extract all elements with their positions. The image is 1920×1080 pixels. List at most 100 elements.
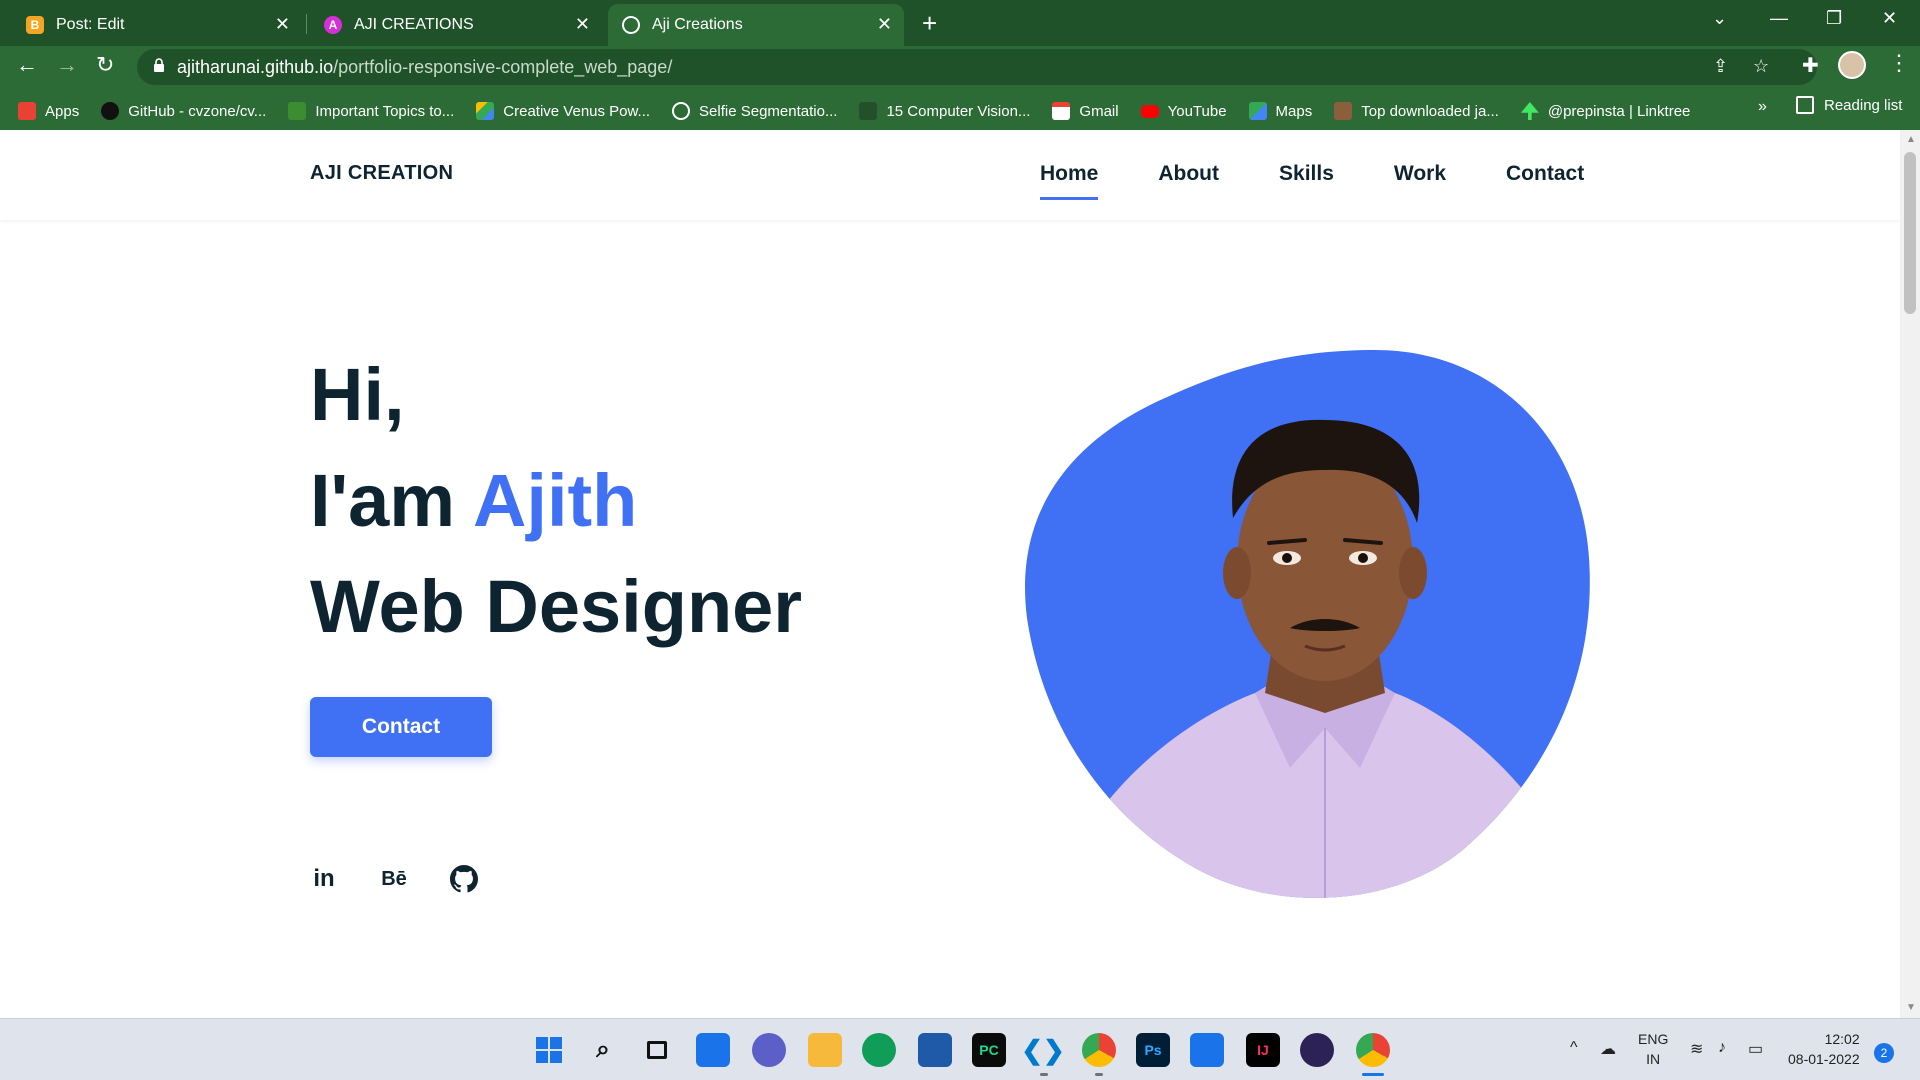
- onedrive-icon[interactable]: ☁: [1600, 1039, 1616, 1059]
- profile-avatar[interactable]: [1838, 51, 1866, 79]
- wifi-icon[interactable]: ≋: [1690, 1039, 1703, 1059]
- web-page: AJI CREATION Home About Skills Work Cont…: [0, 130, 1900, 1018]
- nav-skills[interactable]: Skills: [1279, 162, 1334, 186]
- scroll-up-icon[interactable]: ▲: [1906, 134, 1916, 145]
- close-window-icon[interactable]: ✕: [1882, 8, 1897, 29]
- tab-aji-creations[interactable]: Aji Creations ✕: [608, 4, 904, 46]
- volume-icon[interactable]: ♪: [1718, 1039, 1726, 1057]
- github-mark-icon: [450, 865, 478, 893]
- photoshop-icon[interactable]: Ps: [1136, 1033, 1170, 1067]
- chrome-profile-icon[interactable]: [1356, 1033, 1390, 1067]
- language-code: ENG: [1638, 1031, 1669, 1047]
- close-tab-icon[interactable]: ✕: [575, 14, 590, 35]
- bookmarks-bar: Apps GitHub - cvzone/cv... Important Top…: [18, 92, 1920, 130]
- teams-chat-icon[interactable]: [752, 1033, 786, 1067]
- bookmark-gmail[interactable]: Gmail: [1052, 102, 1119, 120]
- share-icon[interactable]: ⇪: [1713, 56, 1728, 77]
- file-explorer-icon[interactable]: [808, 1033, 842, 1067]
- behance-icon[interactable]: Bē: [378, 863, 410, 895]
- app-store-icon[interactable]: [918, 1033, 952, 1067]
- url-text[interactable]: ajitharunai.github.io/portfolio-responsi…: [177, 57, 672, 78]
- pycharm-icon[interactable]: PC: [972, 1033, 1006, 1067]
- bookmark-star-icon[interactable]: ☆: [1753, 56, 1769, 77]
- extensions-puzzle-icon[interactable]: ✚: [1802, 53, 1819, 78]
- bookmark-label: GitHub - cvzone/cv...: [128, 102, 267, 120]
- bookmark-label: Creative Venus Pow...: [503, 102, 651, 120]
- reload-icon[interactable]: ↻: [96, 52, 114, 78]
- hero-image: [1025, 348, 1591, 901]
- bookmark-label: Maps: [1275, 102, 1313, 120]
- intellij-icon[interactable]: IJ: [1246, 1033, 1280, 1067]
- bookmark-selfie-segmentation[interactable]: Selfie Segmentatio...: [672, 102, 837, 120]
- github-icon[interactable]: [448, 863, 480, 895]
- nav-about[interactable]: About: [1158, 162, 1219, 186]
- minimize-icon[interactable]: —: [1770, 8, 1788, 29]
- bookmark-label: Important Topics to...: [315, 102, 455, 120]
- maps-icon: [1248, 102, 1267, 120]
- site-a-icon: A: [324, 16, 342, 34]
- youtube-icon: [1140, 104, 1159, 118]
- task-view-icon[interactable]: [640, 1033, 674, 1067]
- reading-list-label: Reading list: [1824, 96, 1903, 114]
- tab-aji-creations-upper[interactable]: A AJI CREATIONS ✕: [310, 4, 602, 46]
- address-bar[interactable]: ajitharunai.github.io/portfolio-responsi…: [137, 49, 1817, 85]
- bookmark-youtube[interactable]: YouTube: [1140, 102, 1227, 120]
- hero-name: Ajith: [472, 459, 638, 542]
- start-windows-icon[interactable]: [532, 1033, 566, 1067]
- bookmark-apps[interactable]: Apps: [18, 102, 79, 120]
- scroll-thumb[interactable]: [1904, 152, 1916, 314]
- bookmark-top-downloaded[interactable]: Top downloaded ja...: [1334, 102, 1499, 120]
- hero-line-name: I'am Ajith: [310, 448, 802, 554]
- linktree-icon: [1520, 102, 1539, 120]
- edge-icon[interactable]: [862, 1033, 896, 1067]
- tab-post-edit[interactable]: B Post: Edit ✕: [12, 4, 302, 46]
- reading-list-button[interactable]: Reading list: [1796, 96, 1902, 114]
- new-tab-icon[interactable]: +: [922, 8, 937, 39]
- bookmark-computer-vision[interactable]: 15 Computer Vision...: [859, 102, 1030, 120]
- vscode-icon[interactable]: ❮❯: [1021, 1033, 1065, 1067]
- close-tab-icon[interactable]: ✕: [275, 14, 290, 35]
- lock-icon[interactable]: [153, 58, 165, 72]
- notification-badge[interactable]: 2: [1874, 1043, 1894, 1063]
- bookmark-important-topics[interactable]: Important Topics to...: [288, 102, 454, 120]
- language-indicator[interactable]: ENG IN: [1638, 1029, 1668, 1069]
- widgets-icon[interactable]: [696, 1033, 730, 1067]
- bookmark-label: YouTube: [1167, 102, 1227, 120]
- bookmark-label: Selfie Segmentatio...: [699, 102, 838, 120]
- site-logo[interactable]: AJI CREATION: [310, 162, 453, 185]
- tab-search-chevron-icon[interactable]: ⌄: [1712, 8, 1727, 29]
- nav-contact[interactable]: Contact: [1506, 162, 1584, 186]
- address-bar-field[interactable]: ajitharunai.github.io/portfolio-responsi…: [137, 49, 1817, 85]
- back-icon[interactable]: ←: [16, 52, 38, 78]
- bookmark-linktree[interactable]: @prepinsta | Linktree: [1520, 102, 1690, 120]
- system-clock[interactable]: 12:02 08-01-2022: [1788, 1029, 1860, 1069]
- tab-title: Aji Creations: [652, 16, 743, 33]
- chrome-icon[interactable]: [1082, 1033, 1116, 1067]
- nav-home[interactable]: Home: [1040, 162, 1099, 200]
- browser-menu-icon[interactable]: ⋮: [1888, 50, 1910, 76]
- store-icon[interactable]: [1190, 1033, 1224, 1067]
- hero-contact-button[interactable]: Contact: [310, 697, 492, 757]
- reading-list-icon: [1796, 96, 1814, 114]
- bookmark-label: Gmail: [1079, 102, 1119, 120]
- windows-logo-icon: [536, 1037, 562, 1063]
- search-icon[interactable]: ⌕: [586, 1033, 620, 1067]
- hero-line-greeting: Hi,: [310, 353, 405, 436]
- linkedin-icon[interactable]: in: [308, 863, 340, 895]
- bookmarks-overflow-icon[interactable]: »: [1758, 98, 1767, 116]
- site-header: AJI CREATION Home About Skills Work Cont…: [0, 130, 1900, 220]
- bookmark-label: 15 Computer Vision...: [886, 102, 1031, 120]
- wave-icon: [859, 102, 878, 120]
- bookmark-github[interactable]: GitHub - cvzone/cv...: [101, 102, 266, 120]
- battery-icon[interactable]: ▭: [1748, 1039, 1763, 1059]
- scroll-down-icon[interactable]: ▼: [1906, 1002, 1916, 1013]
- eclipse-icon[interactable]: [1300, 1033, 1334, 1067]
- page-scrollbar[interactable]: ▲ ▼: [1900, 130, 1920, 1018]
- bookmark-creative-venus[interactable]: Creative Venus Pow...: [476, 102, 650, 120]
- nav-work[interactable]: Work: [1394, 162, 1446, 186]
- bookmark-maps[interactable]: Maps: [1248, 102, 1313, 120]
- restore-icon[interactable]: ❐: [1826, 8, 1842, 29]
- close-tab-icon[interactable]: ✕: [877, 14, 892, 35]
- forward-icon[interactable]: →: [56, 52, 78, 78]
- tray-overflow-icon[interactable]: ^: [1570, 1039, 1578, 1057]
